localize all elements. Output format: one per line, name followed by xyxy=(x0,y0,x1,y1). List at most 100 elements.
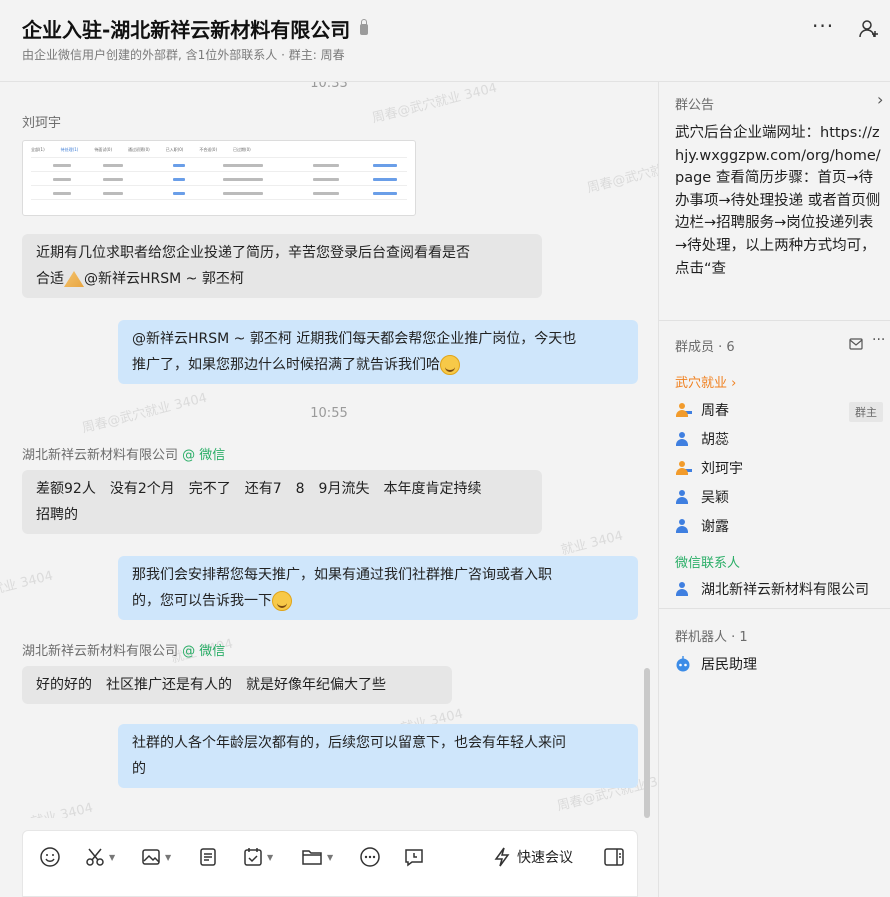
image-tab: 待处理(1) xyxy=(60,147,79,152)
image-message[interactable]: 全部(1) 待处理(1) 待面试(0) 通过初筛(0) 已入职(0) 不合适(0… xyxy=(22,140,416,216)
watermark: 就业 3404 xyxy=(0,568,55,599)
group-info-sidebar: 群公告 › 武穴后台企业端网址：https://zhjy.wxggzpw.com… xyxy=(658,82,890,897)
notice-title[interactable]: 群公告 xyxy=(675,94,714,113)
smile-emoji-icon xyxy=(440,355,460,375)
message-list[interactable]: 周春@武穴就业 3404 周春@武穴就业 3404 周春@武穴就业 3404 就… xyxy=(0,82,658,818)
emoji-button[interactable] xyxy=(39,845,61,869)
image-divider xyxy=(31,199,407,200)
image-tab: 已过期(0) xyxy=(233,147,251,152)
message-text-line: 推广了，如果您那边什么时候招满了就告诉我们哈 xyxy=(132,352,624,378)
member-item[interactable]: 周春 xyxy=(675,400,729,420)
add-member-icon[interactable] xyxy=(858,18,880,40)
owner-badge: 群主 xyxy=(849,402,883,422)
chevron-down-icon[interactable]: ▼ xyxy=(327,853,333,862)
member-item[interactable]: 胡蕊 xyxy=(675,429,729,449)
quick-meeting-button[interactable]: 快速会议 xyxy=(493,845,573,869)
image-cell xyxy=(103,192,123,195)
image-cell xyxy=(53,178,71,181)
divider xyxy=(659,320,890,321)
history-button[interactable] xyxy=(403,845,425,869)
member-item[interactable]: 刘珂宇 xyxy=(675,458,743,478)
folder-icon xyxy=(302,850,322,865)
more-circle-icon xyxy=(360,847,380,867)
wechat-tag: @ 微信 xyxy=(182,448,226,463)
side-panel-toggle[interactable] xyxy=(603,845,625,869)
lock-icon xyxy=(360,19,369,35)
message-text-line: 的，您可以告诉我一下 xyxy=(132,588,624,614)
chat-header: 企业入驻-湖北新祥云新材料有限公司 由企业微信用户创建的外部群, 含1位外部联系… xyxy=(0,0,890,82)
sender-name-text: 湖北新祥云新材料有限公司 xyxy=(22,644,179,659)
more-options-button[interactable]: ··· xyxy=(812,14,834,38)
message-bubble-incoming[interactable]: 差额92人 没有2个月 完不了 还有7 8 9月流失 本年度肯定持续 招聘的 xyxy=(22,470,542,534)
calendar-check-icon xyxy=(244,848,262,866)
image-cell xyxy=(313,164,339,167)
image-divider xyxy=(31,157,407,158)
message-bubble-outgoing[interactable]: 那我们会安排帮您每天推广，如果有通过我们社群推广咨询或者入职 的，您可以告诉我一… xyxy=(118,556,638,620)
image-cell xyxy=(313,192,339,195)
member-item[interactable]: 吴颖 xyxy=(675,487,729,507)
person-icon xyxy=(675,519,689,533)
robots-title: 群机器人 · 1 xyxy=(675,630,748,645)
timestamp: 10:33 xyxy=(310,82,348,91)
image-cell xyxy=(373,164,397,167)
image-cell xyxy=(373,192,397,195)
image-cell xyxy=(173,178,185,181)
image-cell xyxy=(223,192,263,195)
wechat-tag: @ 微信 xyxy=(182,644,226,659)
message-bubble-outgoing[interactable]: 社群的人各个年龄层次都有的，后续您可以留意下，也会有年轻人来问 的 xyxy=(118,724,638,788)
image-cell xyxy=(223,178,263,181)
member-name: 谢露 xyxy=(701,519,729,535)
wechat-contacts-label: 微信联系人 xyxy=(675,556,741,571)
image-cell xyxy=(53,164,71,167)
image-button[interactable]: ▼ xyxy=(141,845,171,869)
message-text: 差额92人 没有2个月 完不了 还有7 8 9月流失 本年度肯定持续 xyxy=(36,481,482,497)
chevron-right-icon[interactable]: › xyxy=(877,90,883,109)
group-title: 企业入驻-湖北新祥云新材料有限公司 xyxy=(22,14,369,43)
person-icon xyxy=(675,432,689,446)
watermark: 就业 3404 xyxy=(559,528,625,559)
message-bubble-outgoing[interactable]: @新祥云HRSM ~ 郭丕柯 近期我们每天都会帮您企业推广岗位，今天也 推广了，… xyxy=(118,320,638,384)
person-icon xyxy=(675,490,689,504)
quick-meeting-label: 快速会议 xyxy=(517,850,573,866)
wechat-contact-item[interactable]: 湖北新祥云新材料有限公司 xyxy=(675,579,869,599)
person-icon xyxy=(675,582,689,596)
image-cell xyxy=(103,178,123,181)
message-text: 合适 xyxy=(36,271,64,287)
message-text: @新祥云HRSM ~ 郭丕柯 近期我们每天都会帮您企业推广岗位，今天也 xyxy=(132,331,577,347)
more-tools-button[interactable] xyxy=(359,845,381,869)
side-panel-icon xyxy=(604,848,624,866)
image-cell xyxy=(313,178,339,181)
message-composer[interactable]: ▼ ▼ ▼ ▼ 快速会议 xyxy=(22,830,638,897)
screenshot-button[interactable]: ▼ xyxy=(85,845,115,869)
person-icon xyxy=(675,403,692,417)
mail-icon[interactable] xyxy=(849,338,863,350)
group-notice-text[interactable]: 武穴后台企业端网址：https://zhjy.wxggzpw.com/org/h… xyxy=(675,122,885,298)
chevron-down-icon[interactable]: ▼ xyxy=(109,853,115,862)
chevron-down-icon[interactable]: ▼ xyxy=(165,853,171,862)
schedule-button[interactable]: ▼ xyxy=(243,845,273,869)
watermark: 就业 3404 xyxy=(29,800,95,818)
lightning-icon xyxy=(494,847,510,867)
file-button[interactable]: ▼ xyxy=(301,845,333,869)
group-department-link[interactable]: 武穴就业 › xyxy=(675,372,736,391)
message-text: 好的好的 社区推广还是有人的 就是好像年纪偏大了些 xyxy=(36,677,386,693)
message-text: 的，您可以告诉我一下 xyxy=(132,593,272,609)
message-text-line: 合适 @新祥云HRSM ~ 郭丕柯 xyxy=(36,266,528,292)
chevron-down-icon[interactable]: ▼ xyxy=(267,853,273,862)
chat-scrollbar[interactable] xyxy=(644,668,650,818)
pray-emoji-icon xyxy=(64,271,84,287)
image-divider xyxy=(31,171,407,172)
message-text: 近期有几位求职者给您企业投递了简历，辛苦您登录后台查阅看看是否 xyxy=(36,245,470,261)
message-bubble-incoming[interactable]: 好的好的 社区推广还是有人的 就是好像年纪偏大了些 xyxy=(22,666,452,704)
members-more-icon[interactable]: ··· xyxy=(872,332,885,348)
watermark: 周春@武穴就业 3404 xyxy=(585,151,658,197)
image-cell xyxy=(103,164,123,167)
smile-emoji-icon xyxy=(272,591,292,611)
message-text: 社群的人各个年龄层次都有的，后续您可以留意下，也会有年轻人来问 xyxy=(132,735,566,751)
member-item[interactable]: 谢露 xyxy=(675,516,729,536)
robot-item[interactable]: 居民助理 xyxy=(675,654,757,674)
image-cell xyxy=(223,164,263,167)
document-button[interactable] xyxy=(199,845,217,869)
message-bubble-incoming[interactable]: 近期有几位求职者给您企业投递了简历，辛苦您登录后台查阅看看是否 合适 @新祥云HR… xyxy=(22,234,542,298)
member-name: 胡蕊 xyxy=(701,432,729,448)
